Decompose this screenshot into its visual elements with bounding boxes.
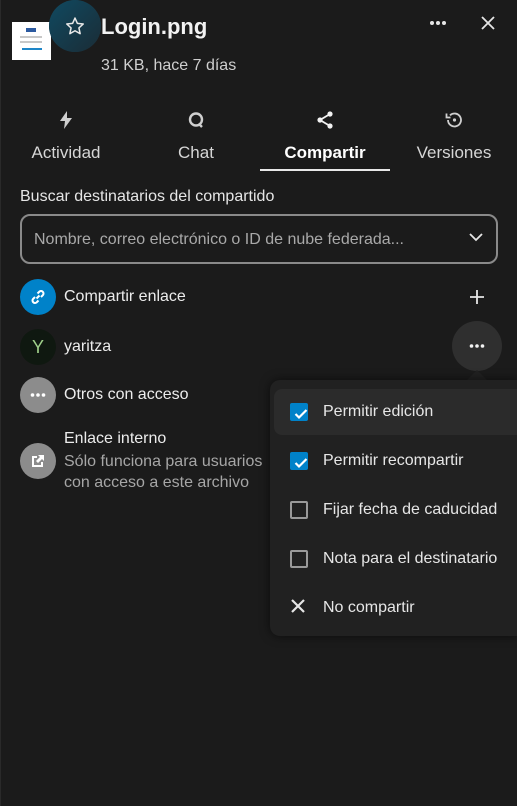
link-avatar bbox=[20, 279, 56, 315]
share-link-label: Compartir enlace bbox=[64, 288, 186, 305]
file-meta: 31 KB, hace 7 días bbox=[101, 57, 237, 74]
bolt-icon bbox=[60, 111, 72, 129]
file-thumbnail bbox=[12, 22, 51, 60]
more-horizontal-icon bbox=[30, 393, 46, 397]
external-link-icon bbox=[32, 455, 44, 467]
others-with-access-label: Otros con acceso bbox=[64, 386, 189, 403]
star-icon bbox=[66, 17, 84, 35]
share-search-label: Buscar destinatarios del compartido bbox=[20, 188, 275, 205]
menu-item-label: Permitir edición bbox=[323, 403, 434, 420]
share-search-input[interactable] bbox=[32, 216, 466, 264]
menu-item-label: Permitir recompartir bbox=[323, 452, 464, 469]
checkbox-unchecked-icon[interactable] bbox=[290, 501, 308, 519]
menu-item-note-recipient[interactable]: Nota para el destinatario bbox=[274, 536, 517, 582]
checkbox-unchecked-icon[interactable] bbox=[290, 550, 308, 568]
share-user-name: yaritza bbox=[64, 338, 112, 355]
close-sidebar-button[interactable] bbox=[473, 8, 503, 38]
add-link-button[interactable] bbox=[463, 283, 491, 311]
link-icon bbox=[31, 290, 45, 304]
tab-label: Versiones bbox=[416, 143, 492, 162]
menu-item-allow-edit[interactable]: Permitir edición bbox=[274, 389, 517, 435]
history-icon bbox=[445, 112, 462, 128]
tab-compartir[interactable]: Compartir bbox=[260, 105, 390, 171]
share-search-box[interactable] bbox=[20, 214, 498, 264]
chat-icon bbox=[188, 112, 204, 128]
menu-arrow bbox=[467, 370, 487, 380]
file-title: Login.png bbox=[101, 14, 208, 39]
close-icon bbox=[481, 16, 495, 30]
checkbox-checked-icon[interactable] bbox=[290, 452, 308, 470]
internal-link-subtitle: Sólo funciona para usuarios con acceso a… bbox=[64, 453, 263, 491]
more-horizontal-icon bbox=[469, 344, 485, 348]
menu-item-allow-reshare[interactable]: Permitir recompartir bbox=[274, 438, 517, 484]
close-icon bbox=[291, 599, 305, 613]
menu-item-label: No compartir bbox=[323, 599, 415, 616]
tab-versiones[interactable]: Versiones bbox=[390, 105, 517, 171]
menu-item-label: Fijar fecha de caducidad bbox=[323, 501, 498, 518]
share-actions-menu: Permitir edición Permitir recompartir Fi… bbox=[270, 380, 517, 636]
share-icon bbox=[317, 111, 333, 129]
header-more-button[interactable] bbox=[423, 8, 453, 38]
internal-link-avatar bbox=[20, 443, 56, 479]
tab-actividad[interactable]: Actividad bbox=[15, 105, 117, 171]
tab-label: Actividad bbox=[31, 143, 101, 162]
tab-label: Chat bbox=[178, 143, 214, 162]
menu-item-unshare[interactable]: No compartir bbox=[274, 585, 517, 631]
internal-link-title: Enlace interno bbox=[64, 430, 167, 447]
avatar: Y bbox=[20, 329, 56, 365]
menu-item-set-expiration[interactable]: Fijar fecha de caducidad bbox=[274, 487, 517, 533]
tab-chat[interactable]: Chat bbox=[147, 105, 245, 171]
share-user-actions-button[interactable] bbox=[452, 321, 502, 371]
sidebar-panel: Login.png 31 KB, hace 7 días Actividad C… bbox=[0, 0, 517, 806]
checkbox-checked-icon[interactable] bbox=[290, 403, 308, 421]
menu-item-label: Nota para el destinatario bbox=[323, 550, 498, 567]
plus-icon bbox=[470, 290, 484, 304]
chevron-down-icon[interactable] bbox=[468, 229, 484, 245]
tab-label: Compartir bbox=[284, 143, 366, 162]
others-avatar bbox=[20, 377, 56, 413]
more-horizontal-icon bbox=[430, 21, 446, 25]
favorite-button[interactable] bbox=[49, 0, 101, 52]
